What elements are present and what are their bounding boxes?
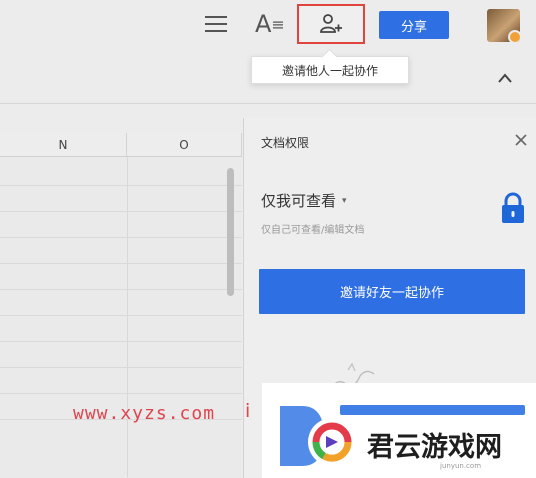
share-button[interactable]: 分享 [379,11,449,39]
invite-friends-button[interactable]: 邀请好友一起协作 [259,269,525,314]
chevron-up-icon[interactable] [495,70,515,86]
spreadsheet-grid[interactable]: N O [0,133,242,478]
watermark-logo-text: 君云游戏网 [367,432,502,463]
row-divider [0,185,242,186]
font-glyph: A [255,10,272,38]
invite-collaborator-button[interactable] [297,4,365,44]
row-divider [0,289,242,290]
column-header-o[interactable]: O [127,133,242,157]
permission-selector[interactable]: 仅我可查看 ▾ [261,190,347,211]
watermark-url-tail: i [245,400,251,422]
site-logo-icon [280,406,356,466]
invite-tooltip: 邀请他人一起协作 [251,56,409,84]
permission-label: 仅我可查看 [261,192,337,210]
column-header-n[interactable]: N [0,133,127,157]
menu-icon[interactable] [205,16,227,34]
close-icon[interactable] [513,132,529,148]
row-divider [0,341,242,342]
lock-icon [502,192,524,223]
row-divider [0,211,242,212]
row-divider [0,367,242,368]
avatar-badge [508,30,520,42]
app-window: A≡ 分享 邀请他人一起协作 N O 文档权限 仅我可查看 ▾ 仅自己可查看/编… [0,0,536,478]
row-divider [0,315,242,316]
avatar[interactable] [487,9,520,42]
column-divider [127,157,128,477]
top-toolbar: A≡ 分享 [0,0,536,52]
toolbar-divider [0,103,536,104]
vertical-scrollbar[interactable] [227,168,234,296]
row-divider [0,263,242,264]
watermark-band [340,405,525,415]
row-divider [0,393,242,394]
add-person-icon [320,14,342,33]
row-divider [0,237,242,238]
watermark-logo-subtext: junyun.com [440,462,482,470]
caret-down-icon: ▾ [342,195,347,206]
panel-title: 文档权限 [261,136,310,150]
watermark-url: www.xyzs.com [73,403,216,424]
font-format-icon[interactable]: A≡ [255,10,285,40]
permission-description: 仅自己可查看/编辑文档 [261,225,365,236]
